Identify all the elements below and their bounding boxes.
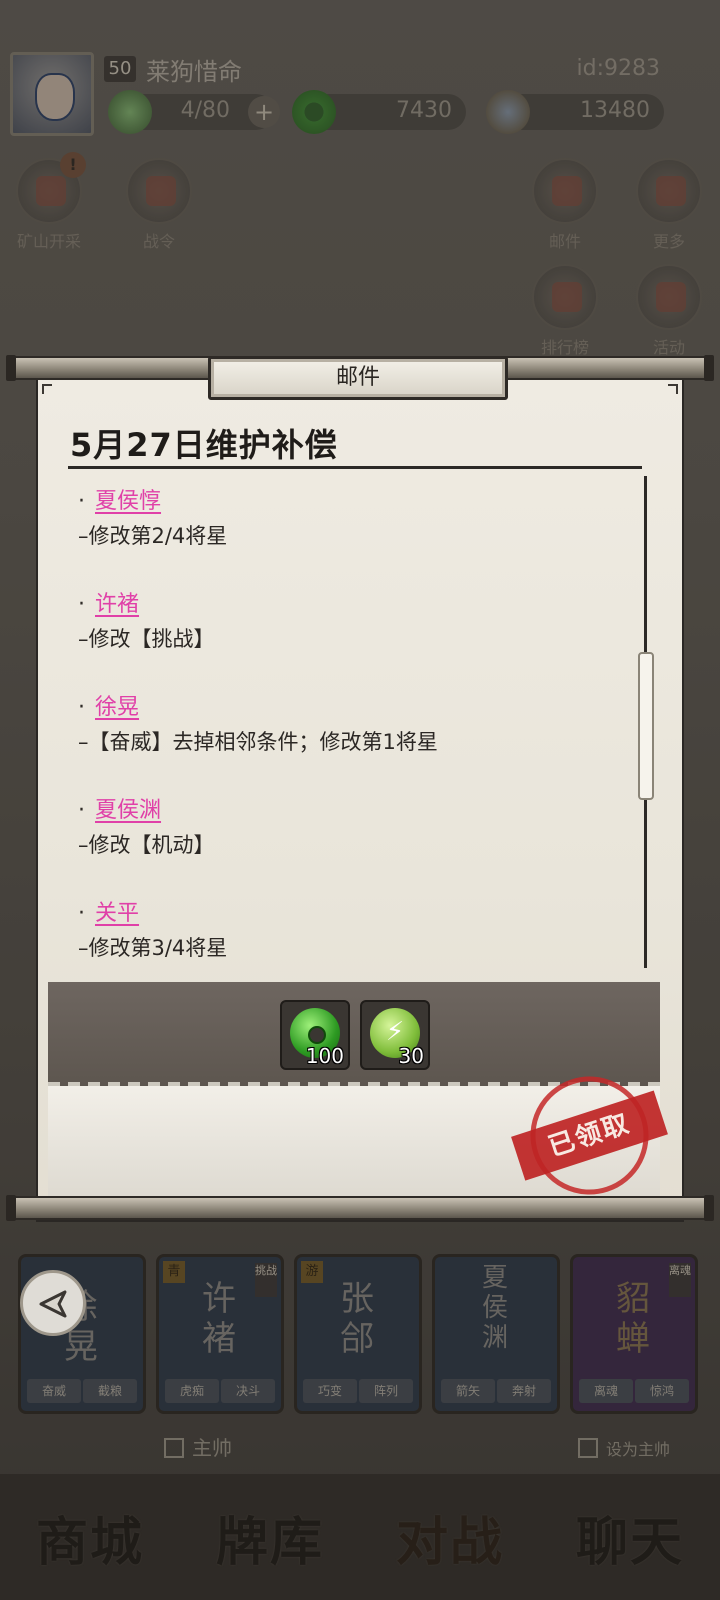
- hero-line: · 徐晃: [78, 690, 638, 726]
- mail-entry: · 夏侯惇 –修改第2/4将星: [78, 484, 638, 587]
- mail-entry: · 夏侯渊 –修改【机动】: [78, 793, 638, 896]
- reward-item[interactable]: ⚡ 30: [360, 1000, 430, 1070]
- hero-line: · 夏侯渊: [78, 793, 638, 829]
- rod-cap: [6, 1195, 16, 1221]
- reward-count: 100: [305, 1044, 344, 1068]
- rod-cap: [6, 355, 16, 381]
- bullet: ·: [78, 901, 85, 926]
- reward-item[interactable]: 100: [280, 1000, 350, 1070]
- entry-description: –【奋威】去掉相邻条件；修改第1将星: [78, 730, 438, 754]
- hero-line: · 夏侯惇: [78, 484, 638, 520]
- mail-entry: · 关平 –修改第3/4将星: [78, 896, 638, 964]
- scrollbar-thumb[interactable]: [638, 652, 654, 800]
- reward-count: 30: [398, 1044, 424, 1068]
- entry-description: –修改【挑战】: [78, 627, 215, 651]
- mail-entry: · 许褚 –修改【挑战】: [78, 587, 638, 690]
- scroll-bottom-rod: [6, 1195, 714, 1221]
- mail-window-title: 邮件: [208, 356, 508, 400]
- entry-description: –修改【机动】: [78, 833, 215, 857]
- hero-link[interactable]: 关平: [95, 901, 139, 926]
- hero-link[interactable]: 许褚: [95, 592, 139, 617]
- hero-line: · 关平: [78, 896, 638, 932]
- hero-link[interactable]: 夏侯渊: [95, 798, 161, 823]
- entry-description: –修改第2/4将星: [78, 524, 228, 548]
- bullet: ·: [78, 695, 85, 720]
- hero-link[interactable]: 徐晃: [95, 695, 139, 720]
- corner-ornament: [42, 384, 52, 394]
- back-arrow-icon: [39, 1290, 67, 1318]
- hero-line: · 许褚: [78, 587, 638, 623]
- hero-link[interactable]: 夏侯惇: [95, 489, 161, 514]
- bullet: ·: [78, 489, 85, 514]
- rod-cap: [704, 355, 714, 381]
- back-button[interactable]: [20, 1270, 86, 1336]
- bullet: ·: [78, 592, 85, 617]
- rod-cap: [704, 1195, 714, 1221]
- mail-body[interactable]: · 夏侯惇 –修改第2/4将星 · 许褚 –修改【挑战】 · 徐晃 –【奋威】去掉相邻…: [78, 484, 638, 964]
- bullet: ·: [78, 798, 85, 823]
- corner-ornament: [668, 384, 678, 394]
- entry-description: –修改第3/4将星: [78, 936, 228, 960]
- mail-entry: · 徐晃 –【奋威】去掉相邻条件；修改第1将星: [78, 690, 638, 793]
- title-divider: [68, 466, 642, 469]
- reward-area: 100 ⚡ 30: [48, 982, 660, 1092]
- mail-subject: 5月27日维护补偿: [70, 426, 338, 464]
